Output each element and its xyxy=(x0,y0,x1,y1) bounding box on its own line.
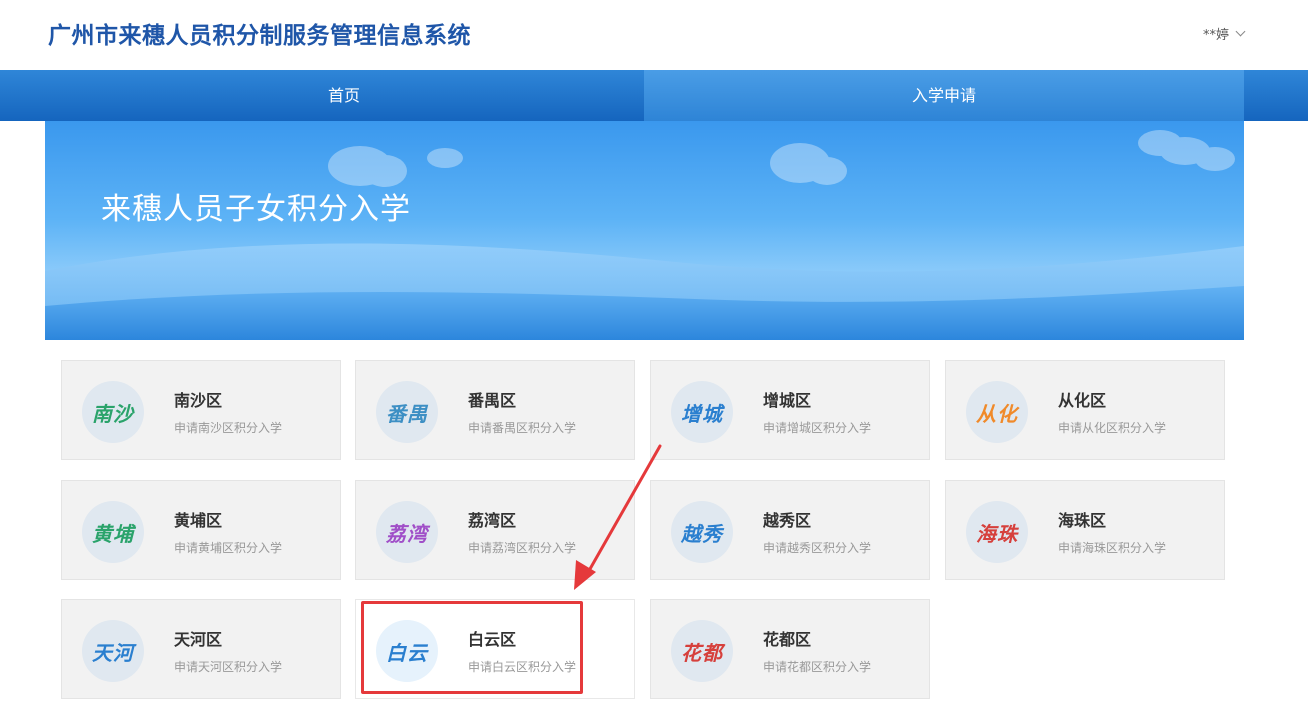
huangpu-badge-icon: 黄埔 xyxy=(82,501,144,563)
nansha-badge-icon: 南沙 xyxy=(82,381,144,443)
liwan-badge-icon: 荔湾 xyxy=(376,501,438,563)
panyu-badge-icon: 番禺 xyxy=(376,381,438,443)
district-name: 从化区 xyxy=(1058,391,1107,410)
district-card-yuexiu[interactable]: 越秀 越秀区 申请越秀区积分入学 xyxy=(650,480,930,580)
district-card-haizhu[interactable]: 海珠 海珠区 申请海珠区积分入学 xyxy=(945,480,1225,580)
tab-home[interactable]: 首页 xyxy=(44,70,644,121)
header: 广州市来穗人员积分制服务管理信息系统 **婷 xyxy=(0,0,1308,70)
district-card-panyu[interactable]: 番禺 番禺区 申请番禺区积分入学 xyxy=(355,360,635,460)
district-name: 黄埔区 xyxy=(174,511,223,530)
district-desc: 申请增城区积分入学 xyxy=(763,421,872,435)
district-name: 南沙区 xyxy=(174,391,223,410)
district-name: 天河区 xyxy=(174,630,223,649)
site-title: 广州市来穗人员积分制服务管理信息系统 xyxy=(48,23,471,49)
tab-admission-apply[interactable]: 入学申请 xyxy=(644,70,1244,121)
user-name: **婷 xyxy=(1202,28,1229,43)
district-desc: 申请番禺区积分入学 xyxy=(468,421,577,435)
conghua-badge-icon: 从化 xyxy=(966,381,1028,443)
district-name: 越秀区 xyxy=(763,511,812,530)
district-card-huadu[interactable]: 花都 花都区 申请花都区积分入学 xyxy=(650,599,930,699)
district-name: 番禺区 xyxy=(468,391,517,410)
cloud-icon xyxy=(328,130,1235,187)
district-card-zengcheng[interactable]: 增城 增城区 申请增城区积分入学 xyxy=(650,360,930,460)
district-card-liwan[interactable]: 荔湾 荔湾区 申请荔湾区积分入学 xyxy=(355,480,635,580)
district-desc: 申请白云区积分入学 xyxy=(468,660,577,674)
district-desc: 申请海珠区积分入学 xyxy=(1058,541,1167,555)
banner-title: 来穗人员子女积分入学 xyxy=(101,192,411,227)
district-card-nansha[interactable]: 南沙 南沙区 申请南沙区积分入学 xyxy=(61,360,341,460)
yuexiu-badge-icon: 越秀 xyxy=(671,501,733,563)
district-card-tianhe[interactable]: 天河 天河区 申请天河区积分入学 xyxy=(61,599,341,699)
district-desc: 申请从化区积分入学 xyxy=(1058,421,1167,435)
district-name: 海珠区 xyxy=(1058,511,1107,530)
district-desc: 申请天河区积分入学 xyxy=(174,660,283,674)
tianhe-badge-icon: 天河 xyxy=(82,620,144,682)
district-name: 增城区 xyxy=(763,391,812,410)
user-menu[interactable]: **婷 xyxy=(1202,24,1246,43)
district-card-huangpu[interactable]: 黄埔 黄埔区 申请黄埔区积分入学 xyxy=(61,480,341,580)
district-desc: 申请黄埔区积分入学 xyxy=(174,541,283,555)
district-card-baiyun[interactable]: 白云 白云区 申请白云区积分入学 xyxy=(355,599,635,699)
district-name: 花都区 xyxy=(763,630,812,649)
district-name: 白云区 xyxy=(468,630,517,649)
banner-background xyxy=(45,130,1244,340)
district-desc: 申请荔湾区积分入学 xyxy=(468,541,577,555)
district-desc: 申请越秀区积分入学 xyxy=(763,541,872,555)
haizhu-badge-icon: 海珠 xyxy=(966,501,1028,563)
huadu-badge-icon: 花都 xyxy=(671,620,733,682)
district-desc: 申请南沙区积分入学 xyxy=(174,421,283,435)
nav-bar: 首页 入学申请 xyxy=(0,70,1308,121)
zengcheng-badge-icon: 增城 xyxy=(671,381,733,443)
baiyun-badge-icon: 白云 xyxy=(376,620,438,682)
district-desc: 申请花都区积分入学 xyxy=(763,660,872,674)
district-name: 荔湾区 xyxy=(468,511,517,530)
banner: 来穗人员子女积分入学 xyxy=(45,121,1244,340)
chevron-down-icon xyxy=(1235,26,1246,37)
district-card-conghua[interactable]: 从化 从化区 申请从化区积分入学 xyxy=(945,360,1225,460)
